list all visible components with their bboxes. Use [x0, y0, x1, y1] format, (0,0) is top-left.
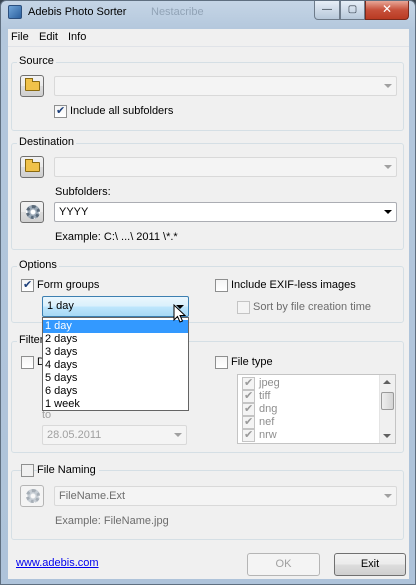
app-icon	[8, 5, 22, 19]
exit-button[interactable]: Exit	[334, 553, 406, 576]
file-type-name: tiff	[259, 390, 271, 402]
subfolders-combo[interactable]: YYYY	[54, 202, 397, 222]
group-interval-dropdown-list: 1 day 2 days 3 days 4 days 5 days 6 days…	[42, 317, 189, 411]
scroll-up-icon[interactable]	[383, 380, 391, 384]
chevron-down-icon	[384, 210, 392, 214]
file-type-checkbox-item[interactable]	[242, 428, 255, 442]
chevron-down-icon	[384, 494, 392, 498]
dropdown-option-3-days[interactable]: 3 days	[43, 346, 188, 359]
website-link[interactable]: www.adebis.com	[16, 557, 99, 569]
file-type-name: nrw	[259, 429, 277, 441]
folder-icon	[25, 159, 40, 172]
menu-file[interactable]: File	[11, 31, 29, 43]
maximize-button[interactable]: ▢	[340, 1, 365, 20]
subfolders-value: YYYY	[59, 206, 89, 218]
form-groups-label: Form groups	[37, 279, 100, 291]
source-path-combo[interactable]	[54, 76, 397, 96]
chevron-down-icon	[384, 84, 392, 88]
gear-icon	[26, 205, 40, 219]
gear-icon	[26, 489, 40, 503]
destination-title: Destination	[17, 136, 77, 148]
include-subfolders-label: Include all subfolders	[70, 105, 174, 117]
group-interval-value: 1 day	[47, 300, 74, 312]
dropdown-option-1-week[interactable]: 1 week	[43, 398, 188, 411]
file-type-checkbox[interactable]	[215, 356, 228, 369]
sort-by-creation-checkbox[interactable]	[237, 301, 250, 314]
file-type-name: nef	[259, 416, 275, 428]
app-window: Adebis Photo Sorter Nestacribe — ▢ ✕ Fil…	[0, 0, 416, 585]
file-type-name: jpeg	[259, 377, 280, 389]
file-naming-settings-button[interactable]	[20, 485, 44, 507]
client-area: File Edit Info Source Include all subfol…	[8, 29, 409, 579]
minimize-button[interactable]: —	[314, 1, 340, 20]
calendar-dropdown-icon	[174, 433, 182, 437]
dropdown-option-4-days[interactable]: 4 days	[43, 359, 188, 372]
scroll-down-icon[interactable]	[383, 434, 391, 438]
dropdown-option-2-days[interactable]: 2 days	[43, 333, 188, 346]
group-interval-combo[interactable]: 1 day	[42, 296, 189, 317]
chevron-down-icon	[384, 165, 392, 169]
title-bar[interactable]: Adebis Photo Sorter Nestacribe — ▢ ✕	[1, 1, 415, 23]
menu-bar: File Edit Info	[8, 29, 409, 47]
dropdown-option-6-days[interactable]: 6 days	[43, 385, 188, 398]
browse-source-button[interactable]	[20, 75, 44, 97]
file-type-list[interactable]: jpeg tiff dng nef nrw	[237, 374, 396, 444]
source-group: Source	[11, 55, 404, 131]
file-type-scrollbar[interactable]	[379, 375, 395, 443]
to-date-value: 28.05.2011	[47, 429, 102, 441]
ok-button[interactable]: OK	[247, 553, 320, 576]
file-type-label: File type	[231, 356, 273, 368]
to-date-picker[interactable]: 28.05.2011	[42, 425, 187, 445]
file-naming-example: Example: FileName.jpg	[55, 515, 169, 527]
menu-info[interactable]: Info	[68, 31, 86, 43]
folder-icon	[25, 78, 40, 91]
sort-by-creation-label: Sort by file creation time	[253, 301, 371, 313]
file-naming-checkbox[interactable]	[21, 464, 34, 477]
file-naming-title: File Naming	[37, 464, 99, 476]
dropdown-option-5-days[interactable]: 5 days	[43, 372, 188, 385]
form-groups-checkbox[interactable]	[21, 278, 34, 292]
close-button[interactable]: ✕	[365, 1, 409, 20]
subfolders-settings-button[interactable]	[20, 201, 44, 223]
destination-path-combo[interactable]	[54, 157, 397, 177]
file-type-name: dng	[259, 403, 278, 415]
include-subfolders-checkbox[interactable]	[54, 104, 67, 118]
browse-destination-button[interactable]	[20, 156, 44, 178]
file-naming-value: FileName.Ext	[59, 490, 126, 502]
include-exifless-checkbox[interactable]	[215, 279, 228, 292]
window-title: Adebis Photo Sorter	[28, 6, 127, 18]
menu-edit[interactable]: Edit	[39, 31, 58, 43]
file-naming-combo[interactable]: FileName.Ext	[54, 486, 397, 506]
destination-example: Example: C:\ ...\ 2011 \*.*	[55, 231, 178, 243]
source-title: Source	[17, 55, 56, 67]
dropdown-option-1-day[interactable]: 1 day	[43, 320, 188, 333]
scroll-thumb[interactable]	[381, 392, 394, 410]
background-window-title: Nestacribe	[151, 6, 204, 18]
mouse-cursor-icon	[173, 304, 187, 323]
include-exifless-label: Include EXIF-less images	[231, 279, 356, 291]
date-filter-checkbox[interactable]	[21, 356, 34, 369]
subfolders-label: Subfolders:	[55, 186, 111, 198]
options-title: Options	[17, 259, 59, 271]
